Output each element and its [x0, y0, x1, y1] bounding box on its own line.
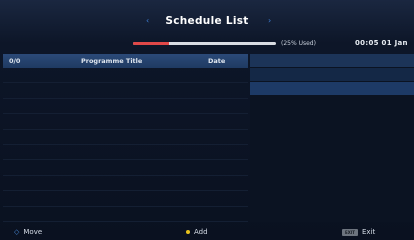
empty-row: [3, 130, 248, 145]
clock: 00:05 01 Jan: [355, 39, 408, 47]
screen: ‹ Schedule List › (25% Used) 00:05 01 Ja…: [0, 0, 414, 240]
storage-usage-fill: [133, 42, 169, 45]
next-page-arrow-icon[interactable]: ›: [268, 16, 271, 25]
item-count: 0/0: [9, 57, 21, 65]
prev-page-arrow-icon[interactable]: ‹: [146, 16, 149, 25]
storage-usage-bar: [133, 42, 276, 45]
move-hint: ◇ Move: [14, 228, 42, 236]
detail-row-highlighted[interactable]: [250, 82, 414, 96]
detail-row: [250, 68, 414, 82]
yellow-key-icon: [186, 230, 190, 234]
empty-row: [3, 68, 248, 84]
empty-row: [3, 145, 248, 161]
column-header-date: Date: [208, 57, 226, 65]
schedule-list: 0/0 Programme Title Date: [3, 54, 248, 222]
exit-key-icon: EXIT: [342, 228, 358, 236]
detail-panel: [250, 54, 414, 222]
empty-row: [3, 160, 248, 176]
title-bar: ‹ Schedule List ›: [0, 10, 414, 32]
exit-hint[interactable]: EXIT Exit: [342, 228, 375, 236]
list-rows: [3, 68, 248, 222]
move-label: Move: [23, 228, 43, 236]
empty-row: [3, 207, 248, 222]
empty-row: [3, 191, 248, 207]
footer-hints: ◇ Move Add EXIT Exit: [0, 226, 414, 240]
empty-row: [3, 99, 248, 115]
empty-row: [3, 176, 248, 192]
detail-row: [250, 54, 414, 68]
usage-row: (25% Used) 00:05 01 Jan: [0, 38, 414, 50]
storage-usage-text: (25% Used): [281, 40, 316, 47]
add-hint[interactable]: Add: [186, 228, 208, 236]
add-label: Add: [194, 228, 208, 236]
column-header-programme-title: Programme Title: [81, 57, 143, 65]
list-header: 0/0 Programme Title Date: [3, 54, 248, 68]
exit-label: Exit: [362, 228, 376, 236]
empty-row: [3, 114, 248, 130]
page-title: Schedule List: [165, 15, 249, 27]
navigate-diamond-icon: ◇: [14, 228, 20, 236]
empty-row: [3, 83, 248, 99]
